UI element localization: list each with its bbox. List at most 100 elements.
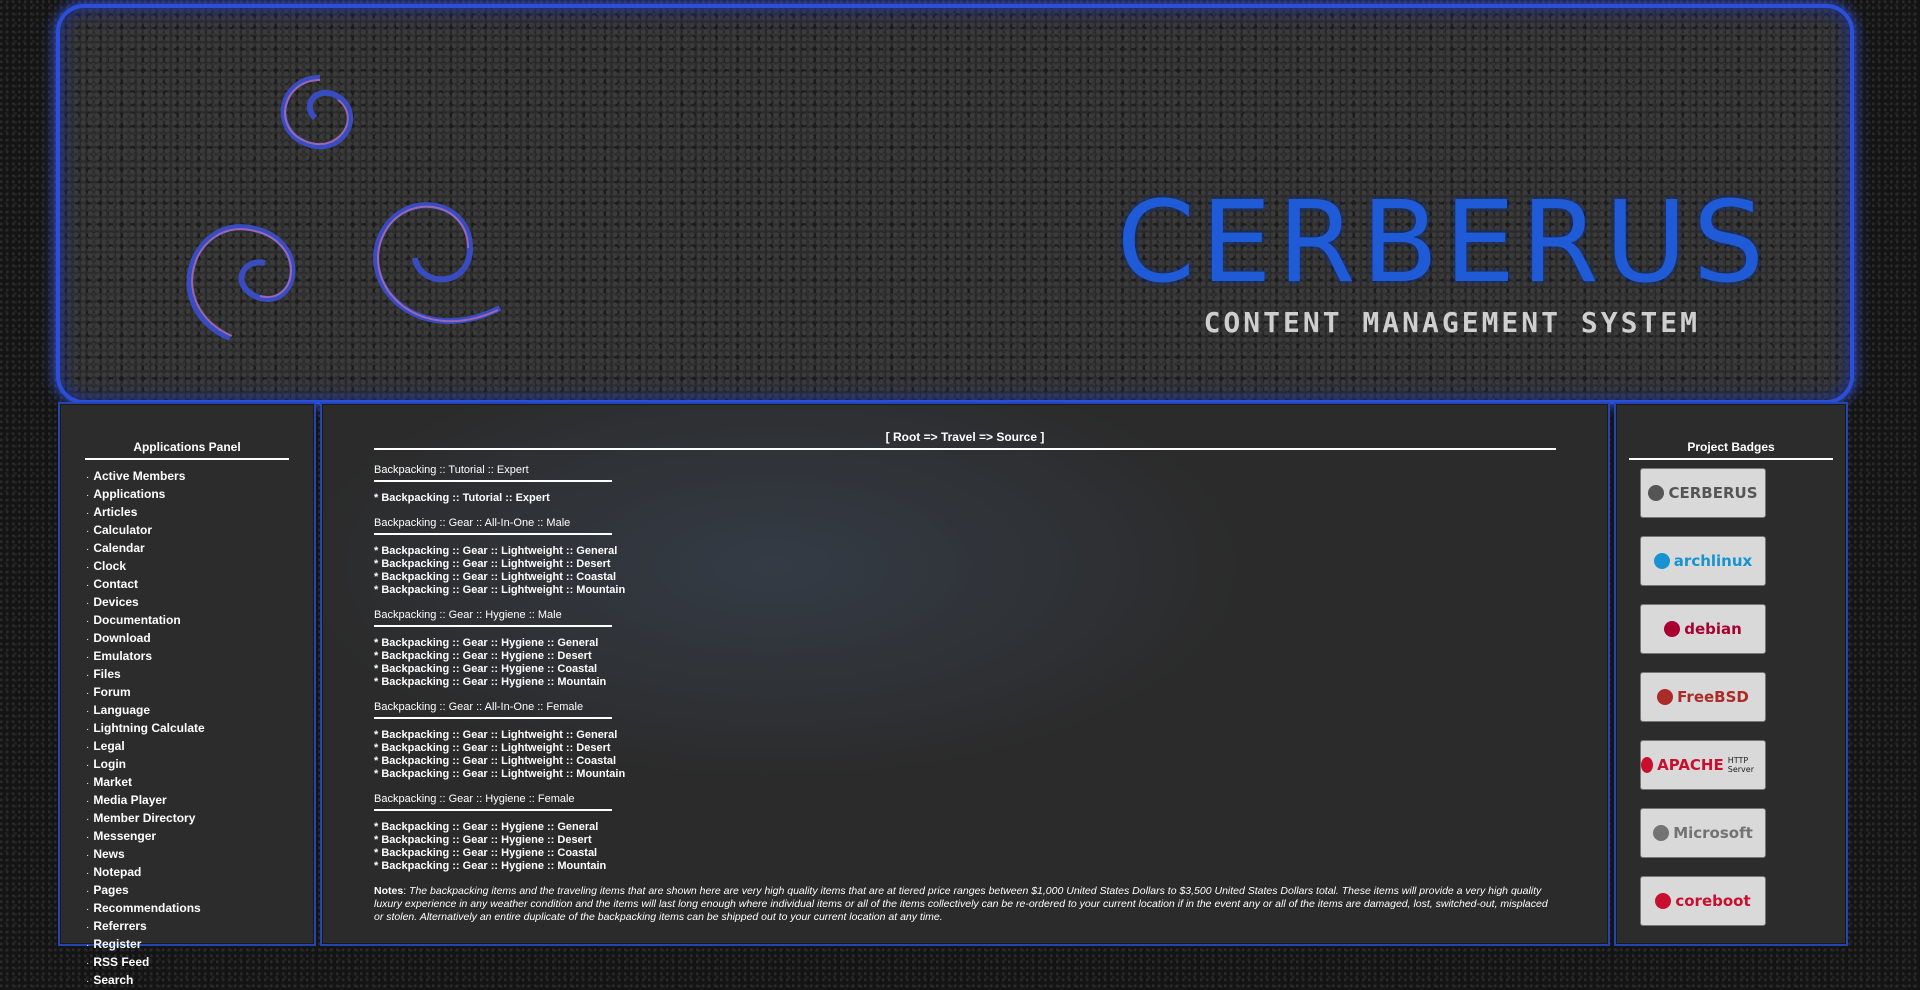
app-link-label[interactable]: Documentation <box>93 613 180 627</box>
project-badge[interactable]: FreeBSD <box>1640 672 1766 722</box>
project-badge[interactable]: coreboot <box>1640 876 1766 926</box>
app-link[interactable]: · Member Directory <box>86 810 314 828</box>
app-link[interactable]: · Files <box>86 666 314 684</box>
app-link[interactable]: · Pages <box>86 882 314 900</box>
app-link[interactable]: · Legal <box>86 738 314 756</box>
app-link[interactable]: · Calculator <box>86 522 314 540</box>
app-link-label[interactable]: Devices <box>93 595 138 609</box>
app-link[interactable]: · Search <box>86 972 314 990</box>
app-link[interactable]: · Login <box>86 756 314 774</box>
app-link-label[interactable]: Referrers <box>93 919 146 933</box>
app-link-label[interactable]: Calendar <box>93 541 144 555</box>
section-item-link[interactable]: * Backpacking :: Gear :: Hygiene :: Coas… <box>374 663 1554 676</box>
bullet-dot-icon: · <box>86 814 90 825</box>
section-item-link[interactable]: * Backpacking :: Gear :: Lightweight :: … <box>374 742 1554 755</box>
project-badge[interactable]: CERBERUS <box>1640 468 1766 518</box>
badge-label: FreeBSD <box>1677 688 1749 706</box>
app-link[interactable]: · Applications <box>86 486 314 504</box>
app-link[interactable]: · Contact <box>86 576 314 594</box>
app-link[interactable]: · Register <box>86 936 314 954</box>
app-link-label[interactable]: Pages <box>93 883 128 897</box>
app-link[interactable]: · Market <box>86 774 314 792</box>
app-link-label[interactable]: Member Directory <box>93 811 195 825</box>
app-link[interactable]: · Notepad <box>86 864 314 882</box>
app-link[interactable]: · Referrers <box>86 918 314 936</box>
section-item-link[interactable]: * Backpacking :: Gear :: Lightweight :: … <box>374 571 1554 584</box>
badge-label: coreboot <box>1675 892 1751 910</box>
app-link[interactable]: · Active Members <box>86 468 314 486</box>
app-link[interactable]: · Download <box>86 630 314 648</box>
section-heading: Backpacking :: Gear :: Hygiene :: Male <box>374 609 612 627</box>
section-item-link[interactable]: * Backpacking :: Tutorial :: Expert <box>374 492 1554 505</box>
arch-logo-icon <box>1653 553 1670 569</box>
app-link-label[interactable]: Contact <box>93 577 138 591</box>
app-link-label[interactable]: Recommendations <box>93 901 200 915</box>
debian-swirl-icon <box>1664 621 1681 637</box>
bullet-dot-icon: · <box>86 832 90 843</box>
section-item-link[interactable]: * Backpacking :: Gear :: Hygiene :: Moun… <box>374 676 1554 689</box>
app-link-label[interactable]: Active Members <box>93 469 185 483</box>
section-item-link[interactable]: * Backpacking :: Gear :: Hygiene :: Dese… <box>374 834 1554 847</box>
app-link-label[interactable]: Search <box>93 973 133 987</box>
app-link[interactable]: · Recommendations <box>86 900 314 918</box>
section-item-link[interactable]: * Backpacking :: Gear :: Lightweight :: … <box>374 755 1554 768</box>
section-item-link[interactable]: * Backpacking :: Gear :: Hygiene :: Gene… <box>374 637 1554 650</box>
app-link-label[interactable]: Emulators <box>93 649 152 663</box>
app-link[interactable]: · Media Player <box>86 792 314 810</box>
app-link-label[interactable]: Lightning Calculate <box>93 721 204 735</box>
app-link-label[interactable]: Messenger <box>93 829 156 843</box>
app-link-label[interactable]: Articles <box>93 505 137 519</box>
app-link[interactable]: · Language <box>86 702 314 720</box>
app-link-label[interactable]: Legal <box>93 739 124 753</box>
app-link[interactable]: · Emulators <box>86 648 314 666</box>
app-link[interactable]: · News <box>86 846 314 864</box>
app-link[interactable]: · Messenger <box>86 828 314 846</box>
section-item-link[interactable]: * Backpacking :: Gear :: Lightweight :: … <box>374 729 1554 742</box>
project-badges-panel: Project Badges CERBERUS archlinux debian Fr… <box>1614 402 1848 946</box>
project-badge[interactable]: debian <box>1640 604 1766 654</box>
app-link-label[interactable]: News <box>93 847 124 861</box>
app-link-label[interactable]: Media Player <box>93 793 166 807</box>
app-link[interactable]: · Forum <box>86 684 314 702</box>
app-link-label[interactable]: Files <box>93 667 120 681</box>
app-link-label[interactable]: Login <box>93 757 126 771</box>
app-link-label[interactable]: Clock <box>93 559 126 573</box>
app-link-label[interactable]: Calculator <box>93 523 152 537</box>
section-item-link[interactable]: * Backpacking :: Gear :: Hygiene :: Coas… <box>374 847 1554 860</box>
section-item-link[interactable]: * Backpacking :: Gear :: Hygiene :: Moun… <box>374 860 1554 873</box>
bullet-dot-icon: · <box>86 652 90 663</box>
app-link-label[interactable]: Register <box>93 937 141 951</box>
bullet-dot-icon: · <box>86 616 90 627</box>
section-item-link[interactable]: * Backpacking :: Gear :: Lightweight :: … <box>374 545 1554 558</box>
section-item-link[interactable]: * Backpacking :: Gear :: Lightweight :: … <box>374 768 1554 781</box>
app-link[interactable]: · Documentation <box>86 612 314 630</box>
bullet-dot-icon: · <box>86 850 90 861</box>
section-item-list: * Backpacking :: Tutorial :: Expert <box>374 492 1554 505</box>
app-link-label[interactable]: Language <box>93 703 150 717</box>
bullet-dot-icon: · <box>86 670 90 681</box>
app-link-label[interactable]: Market <box>93 775 132 789</box>
project-badge[interactable]: archlinux <box>1640 536 1766 586</box>
app-link[interactable]: · RSS Feed <box>86 954 314 972</box>
bullet-dot-icon: · <box>86 490 90 501</box>
app-link-label[interactable]: RSS Feed <box>93 955 149 969</box>
app-link[interactable]: · Lightning Calculate <box>86 720 314 738</box>
header-banner: CERBERUS CONTENT MANAGEMENT SYSTEM <box>56 4 1854 404</box>
app-link-label[interactable]: Download <box>93 631 150 645</box>
app-link-label[interactable]: Applications <box>93 487 165 501</box>
section-item-link[interactable]: * Backpacking :: Gear :: Lightweight :: … <box>374 584 1554 597</box>
section-item-link[interactable]: * Backpacking :: Gear :: Hygiene :: Gene… <box>374 821 1554 834</box>
bullet-dot-icon: · <box>86 544 90 555</box>
main-content-panel: [ Root => Travel => Source ] Backpacking… <box>320 402 1610 946</box>
bullet-dot-icon: · <box>86 796 90 807</box>
project-badge[interactable]: Microsoft <box>1640 808 1766 858</box>
app-link[interactable]: · Articles <box>86 504 314 522</box>
app-link-label[interactable]: Notepad <box>93 865 141 879</box>
app-link[interactable]: · Devices <box>86 594 314 612</box>
project-badge[interactable]: APACHE HTTP Server <box>1640 740 1766 790</box>
app-link-label[interactable]: Forum <box>93 685 130 699</box>
section-item-link[interactable]: * Backpacking :: Gear :: Hygiene :: Dese… <box>374 650 1554 663</box>
app-link[interactable]: · Clock <box>86 558 314 576</box>
section-item-link[interactable]: * Backpacking :: Gear :: Lightweight :: … <box>374 558 1554 571</box>
app-link[interactable]: · Calendar <box>86 540 314 558</box>
